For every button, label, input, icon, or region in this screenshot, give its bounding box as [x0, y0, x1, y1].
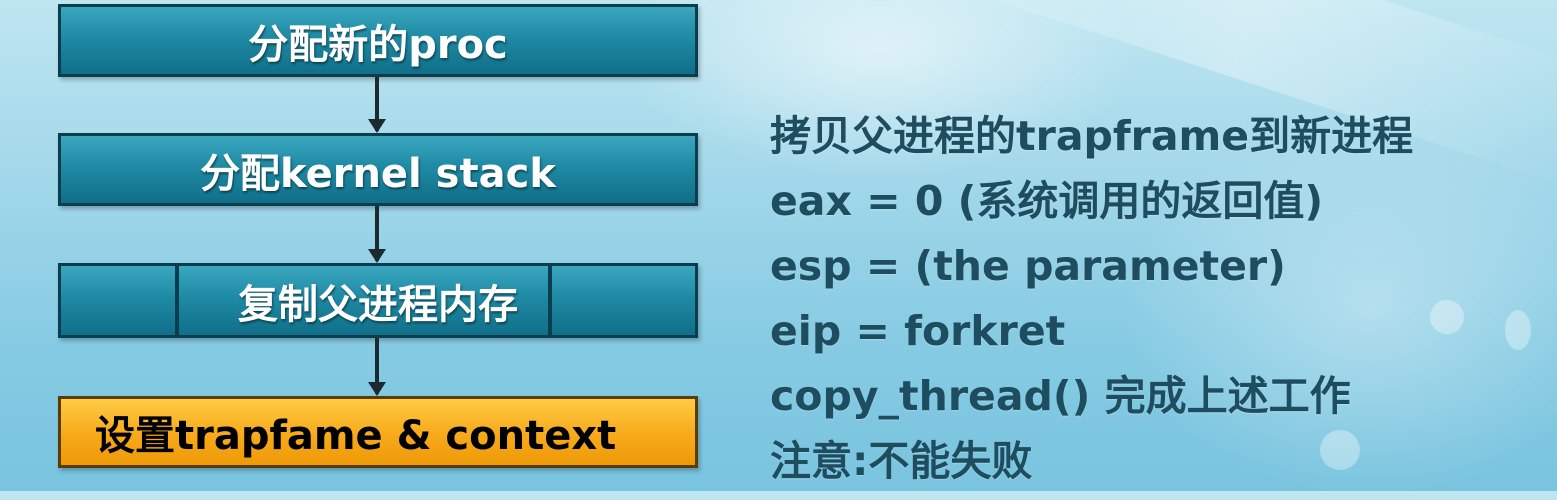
note-line: esp = (the parameter): [770, 242, 1286, 290]
step-label: 复制父进程内存: [238, 281, 518, 328]
flowchart-step-copy-memory: 复制父进程内存: [58, 263, 698, 338]
flow-arrow: [368, 338, 386, 396]
flowchart-step-setup-trapframe-highlighted: 设置trapfame & context: [58, 396, 698, 468]
step-label: 设置trapfame & context: [95, 413, 617, 459]
arrow-head: [368, 119, 386, 133]
note-line: 拷贝父进程的trapframe到新进程: [770, 112, 1414, 160]
note-line: copy_thread() 完成上述工作: [770, 372, 1351, 420]
box-segment-divider: [175, 266, 179, 335]
notes-panel: 拷贝父进程的trapframe到新进程 eax = 0 (系统调用的返回值) e…: [770, 104, 1540, 494]
note-line: 注意:不能失败: [770, 437, 1033, 485]
step-label: 分配kernel stack: [200, 150, 556, 197]
flowchart-step-alloc-kernel-stack: 分配kernel stack: [58, 133, 698, 206]
arrow-head: [368, 382, 386, 396]
box-segment-divider: [548, 266, 552, 335]
note-line: eax = 0 (系统调用的返回值): [770, 177, 1324, 225]
arrow-head: [368, 249, 386, 263]
step-label: 分配新的proc: [248, 21, 508, 68]
flow-arrow: [368, 77, 386, 133]
flowchart-step-alloc-proc: 分配新的proc: [58, 4, 698, 77]
note-line: eip = forkret: [770, 307, 1066, 355]
flow-arrow: [368, 206, 386, 263]
